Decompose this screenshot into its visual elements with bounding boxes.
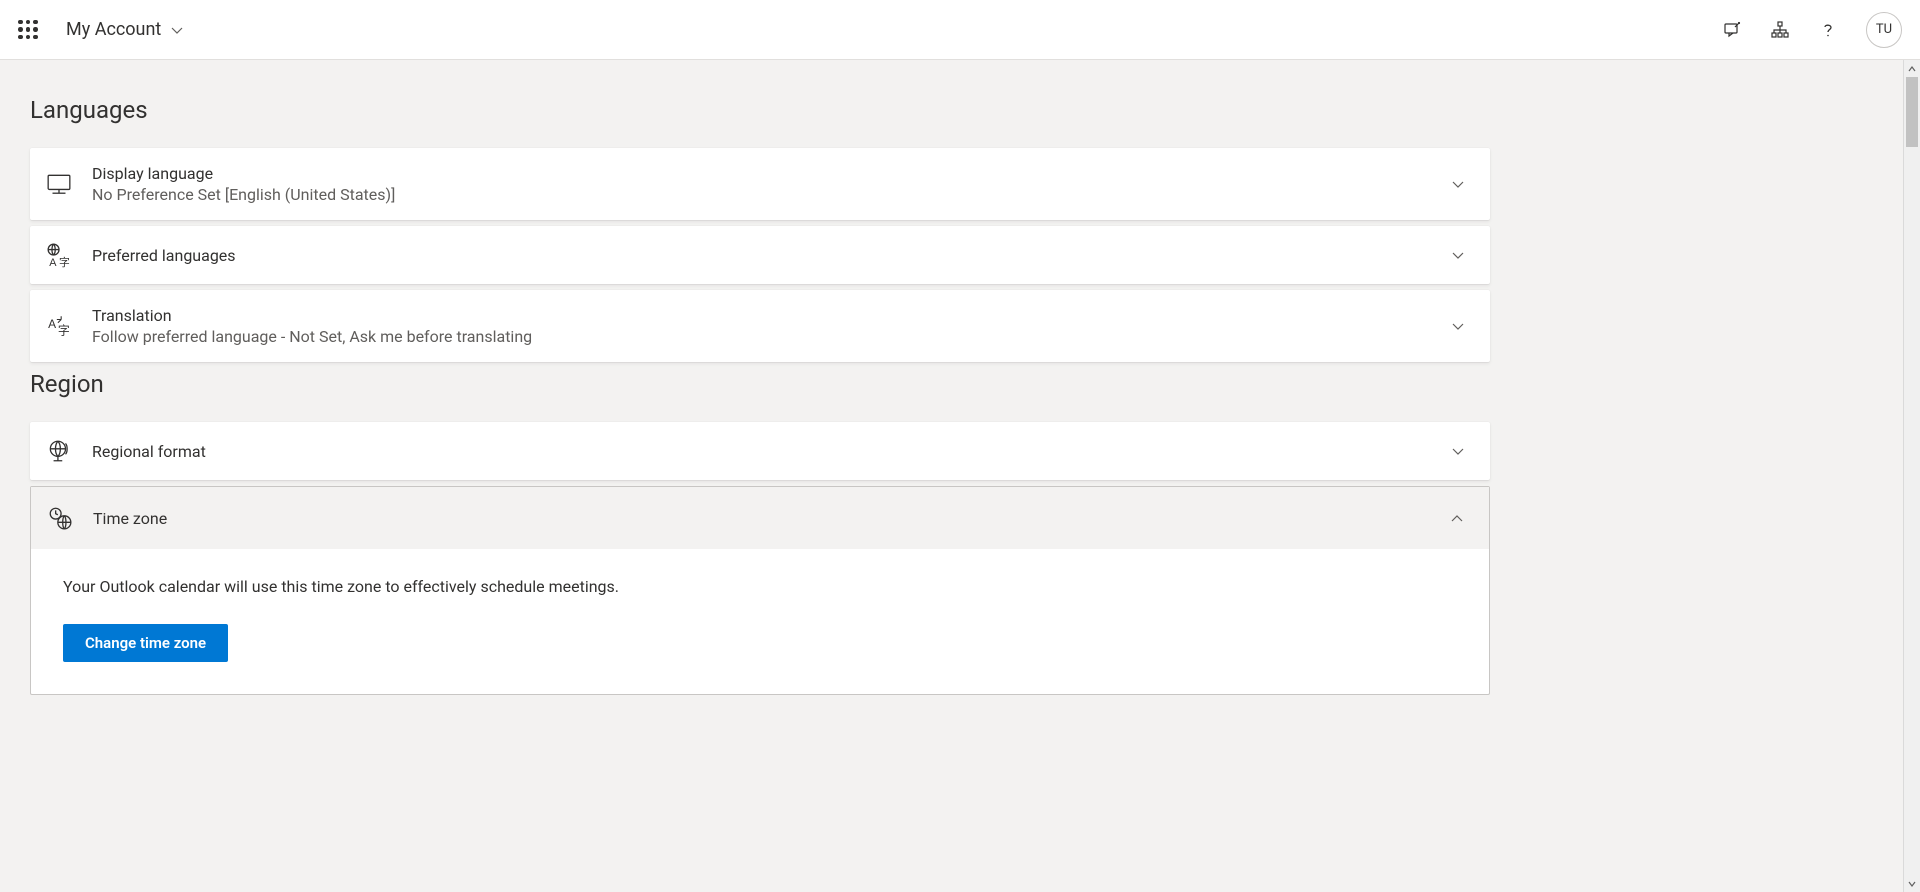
main-content: Languages Display language No Preference… — [0, 60, 1520, 723]
card-time-zone: Time zone Your Outlook calendar will use… — [30, 486, 1490, 695]
change-time-zone-button[interactable]: Change time zone — [63, 624, 228, 662]
scroll-track[interactable] — [1904, 77, 1920, 875]
card-text: Time zone — [93, 509, 1429, 528]
svg-text:A: A — [49, 257, 57, 268]
time-zone-description: Your Outlook calendar will use this time… — [63, 577, 1457, 596]
card-regional-format: Regional format — [30, 422, 1490, 480]
chevron-down-icon — [1450, 176, 1466, 192]
chevron-down-icon — [1450, 318, 1466, 334]
card-title: Regional format — [92, 442, 1430, 461]
app-title-label: My Account — [66, 19, 161, 40]
scroll-up-arrow-icon[interactable] — [1904, 60, 1920, 77]
globe-language-icon: A 字 — [46, 242, 72, 268]
card-translation: A 字 Translation Follow preferred languag… — [30, 290, 1490, 362]
top-bar-right: TU — [1722, 12, 1902, 48]
card-header-regional-format[interactable]: Regional format — [30, 422, 1490, 480]
svg-text:字: 字 — [59, 255, 70, 268]
app-launcher-icon[interactable] — [18, 20, 38, 40]
monitor-icon — [46, 171, 72, 197]
card-header-time-zone[interactable]: Time zone — [31, 487, 1489, 549]
top-bar: My Account — [0, 0, 1920, 60]
section-title-region: Region — [30, 370, 1490, 398]
card-text: Display language No Preference Set [Engl… — [92, 164, 1430, 204]
card-title: Display language — [92, 164, 1430, 183]
svg-text:A: A — [48, 317, 56, 331]
top-bar-left: My Account — [18, 19, 185, 40]
clock-globe-icon — [47, 505, 73, 531]
scroll-down-arrow-icon[interactable] — [1904, 875, 1920, 892]
help-icon[interactable] — [1818, 20, 1838, 40]
card-text: Preferred languages — [92, 246, 1430, 265]
card-body-time-zone: Your Outlook calendar will use this time… — [31, 549, 1489, 694]
svg-text:字: 字 — [58, 324, 70, 338]
card-text: Translation Follow preferred language - … — [92, 306, 1430, 346]
section-title-languages: Languages — [30, 96, 1490, 124]
card-title: Preferred languages — [92, 246, 1430, 265]
translate-icon: A 字 — [46, 313, 72, 339]
vertical-scrollbar[interactable] — [1903, 60, 1920, 892]
card-title: Time zone — [93, 509, 1429, 528]
chevron-up-icon — [1449, 510, 1465, 526]
chevron-down-icon — [169, 22, 185, 38]
scroll-thumb[interactable] — [1906, 77, 1918, 147]
chevron-down-icon — [1450, 247, 1466, 263]
feedback-icon[interactable] — [1722, 20, 1742, 40]
app-title-dropdown[interactable]: My Account — [66, 19, 185, 40]
card-text: Regional format — [92, 442, 1430, 461]
chevron-down-icon — [1450, 443, 1466, 459]
org-chart-icon[interactable] — [1770, 20, 1790, 40]
globe-stand-icon — [46, 438, 72, 464]
card-subtitle: Follow preferred language - Not Set, Ask… — [92, 327, 1430, 346]
card-header-display-language[interactable]: Display language No Preference Set [Engl… — [30, 148, 1490, 220]
card-title: Translation — [92, 306, 1430, 325]
card-header-translation[interactable]: A 字 Translation Follow preferred languag… — [30, 290, 1490, 362]
avatar-initials: TU — [1876, 22, 1892, 37]
card-subtitle: No Preference Set [English (United State… — [92, 185, 1430, 204]
card-display-language: Display language No Preference Set [Engl… — [30, 148, 1490, 220]
card-preferred-languages: A 字 Preferred languages — [30, 226, 1490, 284]
card-header-preferred-languages[interactable]: A 字 Preferred languages — [30, 226, 1490, 284]
user-avatar[interactable]: TU — [1866, 12, 1902, 48]
